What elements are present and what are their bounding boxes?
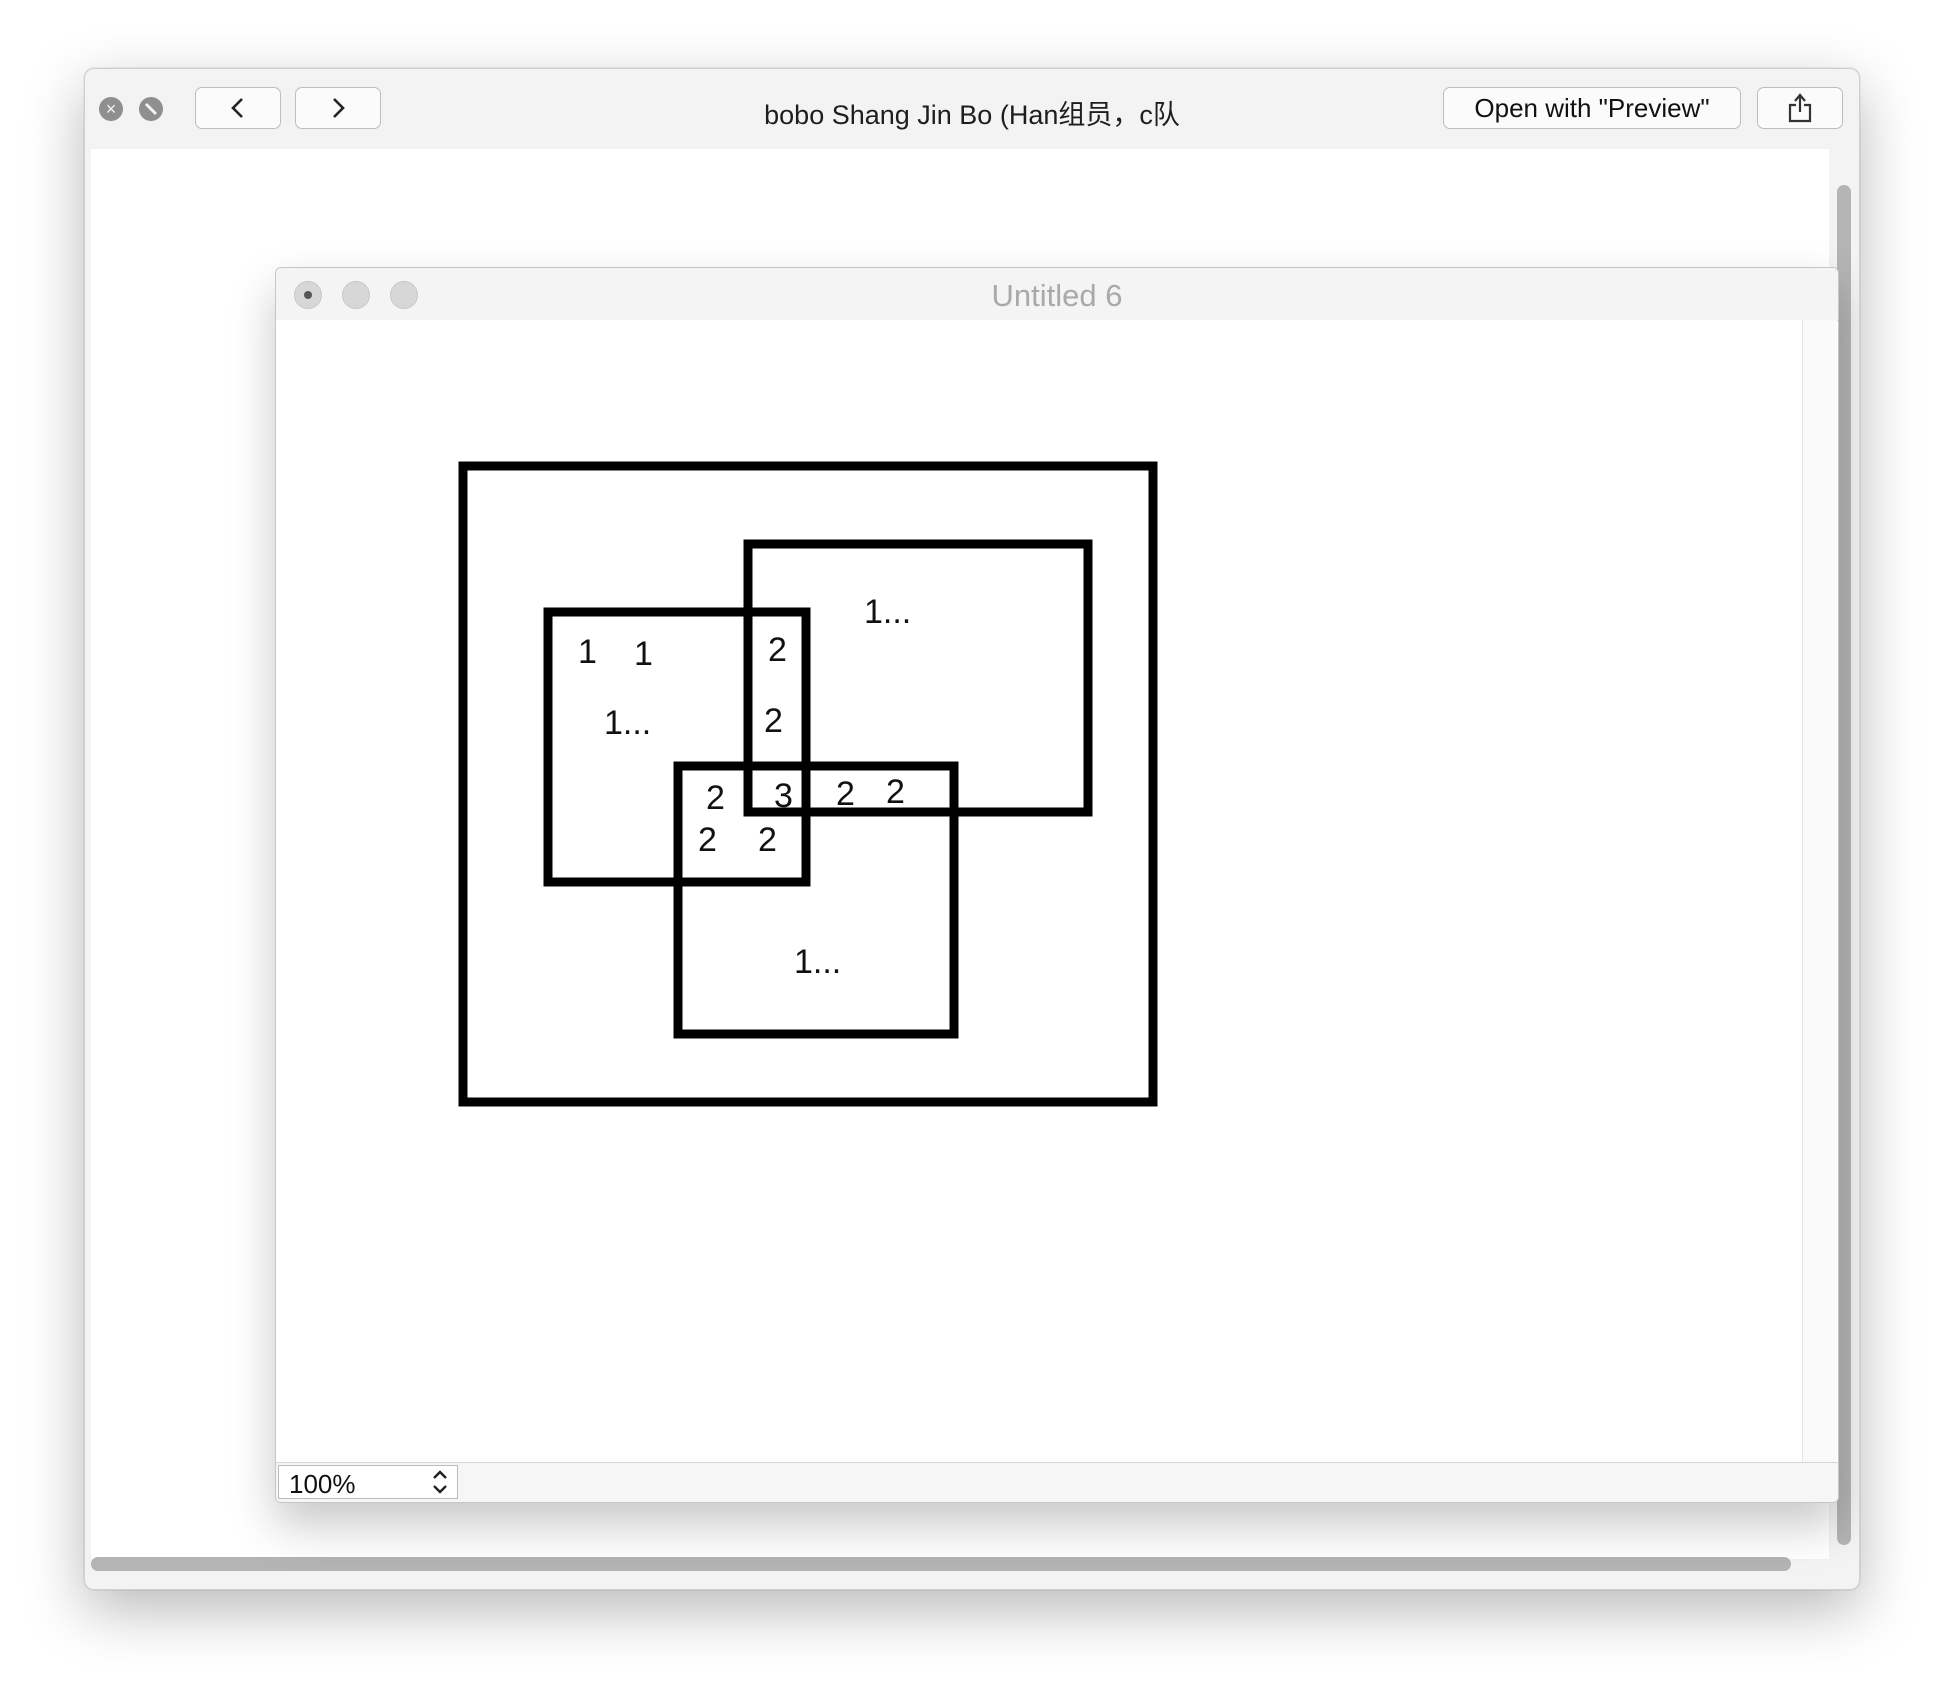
document-canvas: 1 1 1... 2 2 1... 2 3 2 2 2 2 1... bbox=[276, 320, 1802, 1462]
horizontal-scrollbar[interactable] bbox=[91, 1557, 1791, 1571]
share-icon bbox=[1788, 93, 1812, 123]
region-label: 3 bbox=[774, 777, 793, 815]
chevron-left-icon bbox=[231, 98, 243, 118]
region-label: 2 bbox=[698, 821, 717, 859]
region-label: 1... bbox=[864, 593, 911, 631]
region-label: 1 bbox=[578, 633, 597, 671]
open-with-preview-button[interactable]: Open with "Preview" bbox=[1443, 87, 1741, 129]
region-label: 2 bbox=[706, 779, 725, 817]
region-label: 2 bbox=[886, 773, 905, 811]
document-titlebar: Untitled 6 bbox=[276, 268, 1838, 321]
chevron-right-icon bbox=[333, 98, 345, 118]
venn-diagram: 1 1 1... 2 2 1... 2 3 2 2 2 2 1... bbox=[458, 461, 1158, 1107]
zoom-value: 100% bbox=[289, 1469, 356, 1499]
region-label: 2 bbox=[758, 821, 777, 859]
fullscreen-icon[interactable] bbox=[139, 97, 163, 121]
top-right-rectangle bbox=[743, 539, 1093, 817]
region-label: 1... bbox=[794, 943, 841, 981]
document-status-bar: 100% bbox=[276, 1462, 1838, 1502]
region-label: 2 bbox=[764, 702, 783, 740]
region-label: 1... bbox=[604, 704, 651, 742]
quicklook-window: × bobo Shang Jin Bo (Han组员，c队 Open with … bbox=[84, 68, 1860, 1590]
share-button[interactable] bbox=[1757, 87, 1843, 129]
forward-button[interactable] bbox=[295, 87, 381, 129]
region-label: 2 bbox=[836, 775, 855, 813]
stepper-icon bbox=[433, 1470, 447, 1494]
quicklook-toolbar: × bobo Shang Jin Bo (Han组员，c队 Open with … bbox=[85, 69, 1859, 149]
document-side-rail bbox=[1802, 320, 1837, 1462]
document-window: Untitled 6 1 1 1... 2 2 1... 2 3 2 2 2 2 bbox=[275, 267, 1839, 1503]
zoom-select[interactable]: 100% bbox=[278, 1465, 458, 1499]
document-title: Untitled 6 bbox=[991, 278, 1123, 313]
vertical-scrollbar[interactable] bbox=[1837, 185, 1851, 1545]
region-label: 2 bbox=[768, 631, 787, 669]
back-button[interactable] bbox=[195, 87, 281, 129]
close-icon[interactable]: × bbox=[99, 97, 123, 121]
region-label: 1 bbox=[634, 635, 653, 673]
